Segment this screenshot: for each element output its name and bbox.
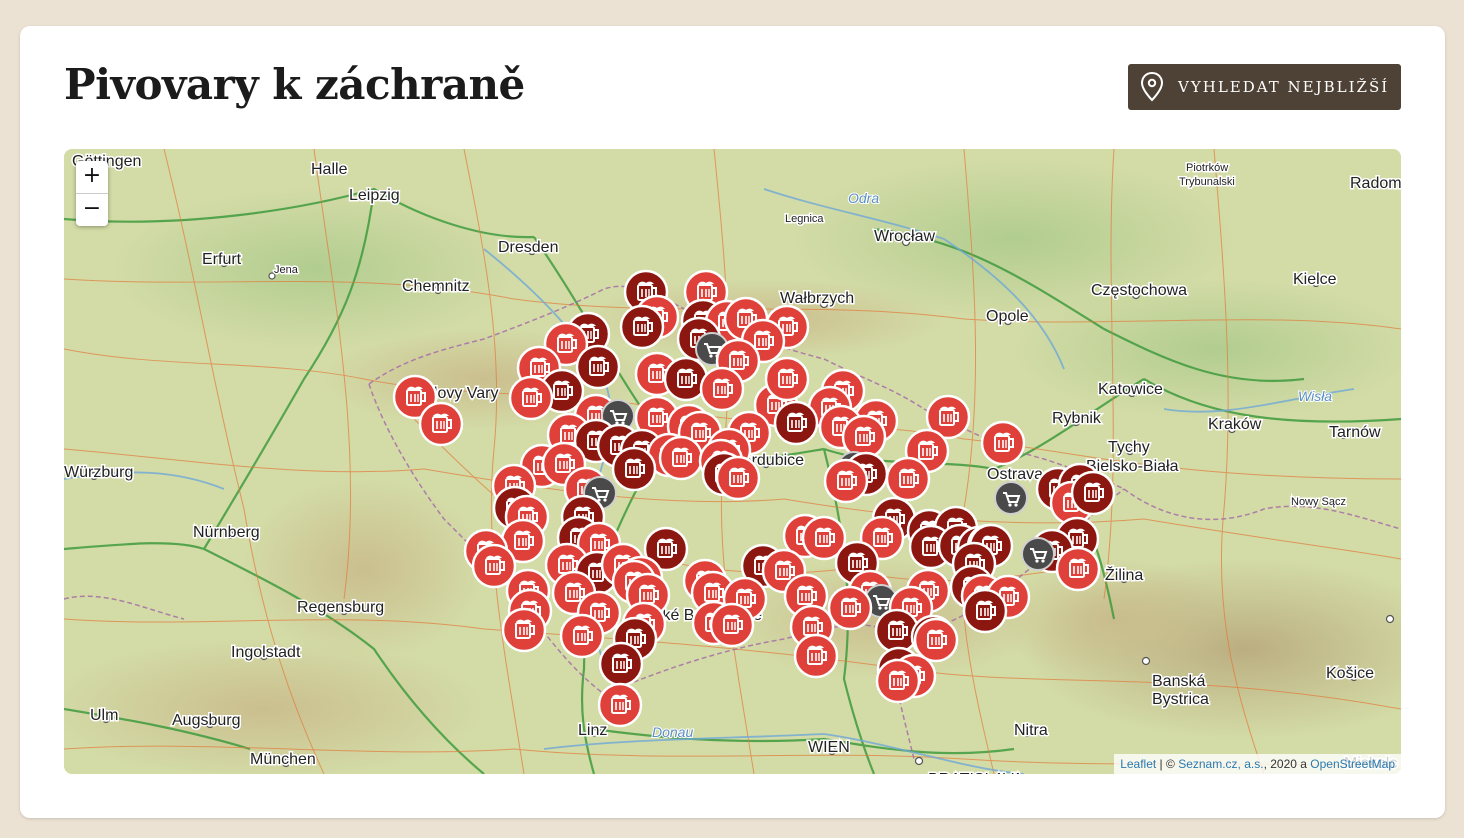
city-label: Ostrava bbox=[987, 466, 1043, 483]
city-label: Halle bbox=[311, 161, 348, 178]
brewery-marker[interactable] bbox=[875, 658, 921, 704]
city-label: Augsburg bbox=[172, 712, 241, 729]
city-label: Erfurt bbox=[202, 251, 242, 268]
brewery-marker[interactable] bbox=[913, 617, 959, 663]
city-label: WIEN bbox=[808, 739, 850, 756]
brewery-marker[interactable] bbox=[501, 607, 547, 653]
city-label: Chemnitz bbox=[402, 278, 470, 295]
city-label: BRATISLAVA bbox=[928, 771, 1023, 774]
river-label: Wisła bbox=[1298, 388, 1332, 404]
zoom-control: + − bbox=[76, 161, 108, 226]
map-tiles[interactable]: GöttingenHalleLeipzigErfurtJenaChemnitzD… bbox=[64, 149, 1401, 774]
city-label: Ulm bbox=[90, 707, 118, 724]
brewery-marker[interactable] bbox=[508, 375, 554, 421]
city-label: Banská bbox=[1152, 673, 1205, 690]
city-label: Bystrica bbox=[1152, 691, 1209, 708]
city-label: Częstochowa bbox=[1091, 282, 1187, 299]
brewery-marker[interactable] bbox=[598, 641, 644, 687]
city-label: Würzburg bbox=[64, 464, 133, 481]
brewery-marker[interactable] bbox=[709, 602, 755, 648]
brewery-marker[interactable] bbox=[885, 456, 931, 502]
brewery-marker[interactable] bbox=[575, 344, 621, 390]
zoom-out-button[interactable]: − bbox=[76, 194, 108, 226]
city-label: Leipzig bbox=[349, 187, 400, 204]
brewery-marker[interactable] bbox=[1070, 470, 1116, 516]
brewery-marker[interactable] bbox=[418, 401, 464, 447]
city-label: Linz bbox=[578, 722, 607, 739]
brewery-marker[interactable] bbox=[773, 400, 819, 446]
map-pin-icon bbox=[1140, 72, 1164, 102]
river-label: Odra bbox=[848, 190, 879, 206]
city-label: Radom bbox=[1350, 175, 1401, 192]
city-label: Nitra bbox=[1014, 722, 1048, 739]
brewery-marker[interactable] bbox=[597, 682, 643, 728]
city-label: Wrocław bbox=[874, 228, 935, 245]
city-label: Košice bbox=[1326, 665, 1374, 682]
find-nearest-label: VYHLEDAT NEJBLIŽŠÍ bbox=[1178, 78, 1390, 96]
osm-link[interactable]: OpenStreetMap bbox=[1310, 757, 1395, 771]
brewery-marker[interactable] bbox=[715, 455, 761, 501]
brewery-map[interactable]: GöttingenHalleLeipzigErfurtJenaChemnitzD… bbox=[64, 149, 1401, 774]
zoom-in-button[interactable]: + bbox=[76, 161, 108, 194]
brewery-marker[interactable] bbox=[658, 435, 704, 481]
city-label: Kraków bbox=[1208, 416, 1262, 433]
brewery-marker[interactable] bbox=[699, 366, 745, 412]
shop-marker[interactable] bbox=[994, 481, 1028, 515]
city-label: Regensburg bbox=[297, 599, 384, 616]
city-label: Tarnów bbox=[1329, 424, 1381, 441]
leaflet-link[interactable]: Leaflet bbox=[1120, 757, 1156, 771]
city-label: Opole bbox=[986, 308, 1029, 325]
city-label: Katowice bbox=[1098, 381, 1163, 398]
brewery-marker[interactable] bbox=[980, 420, 1026, 466]
brewery-marker[interactable] bbox=[962, 588, 1008, 634]
shop-marker[interactable] bbox=[1021, 537, 1055, 571]
city-label: Nürnberg bbox=[193, 524, 260, 541]
city-label: München bbox=[250, 751, 316, 768]
city-label: Kielce bbox=[1293, 271, 1337, 288]
attribution-separator: | © bbox=[1156, 757, 1179, 771]
city-label: Jena bbox=[274, 264, 299, 276]
city-label: Rybnik bbox=[1052, 410, 1102, 427]
page-title: Pivovary k záchraně bbox=[64, 60, 525, 109]
brewery-marker[interactable] bbox=[1055, 546, 1101, 592]
city-label: Žilina bbox=[1105, 565, 1143, 584]
brewery-marker[interactable] bbox=[611, 446, 657, 492]
brewery-marker[interactable] bbox=[793, 633, 839, 679]
city-label: Trybunalski bbox=[1179, 176, 1235, 188]
brewery-marker[interactable] bbox=[559, 613, 605, 659]
city-label: Tychy bbox=[1108, 439, 1150, 456]
brewery-marker[interactable] bbox=[764, 356, 810, 402]
city-label: Ingolstadt bbox=[231, 644, 301, 661]
river-label: Donau bbox=[652, 724, 693, 740]
seznam-link[interactable]: Seznam.cz, a.s. bbox=[1178, 757, 1263, 771]
city-label: Legnica bbox=[785, 213, 824, 225]
brewery-marker[interactable] bbox=[823, 458, 869, 504]
city-label: Nowy Sącz bbox=[1291, 496, 1346, 508]
main-card: Pivovary k záchraně VYHLEDAT NEJBLIŽŠÍ H… bbox=[20, 26, 1445, 818]
brewery-marker[interactable] bbox=[619, 304, 665, 350]
city-label: Wałbrzych bbox=[780, 290, 854, 307]
brewery-marker[interactable] bbox=[827, 585, 873, 631]
city-label: Dresden bbox=[498, 239, 558, 256]
find-nearest-button[interactable]: VYHLEDAT NEJBLIŽŠÍ bbox=[1128, 64, 1401, 110]
attribution-middle: , 2020 a bbox=[1263, 757, 1311, 771]
map-attribution: Leaflet | © Seznam.cz, a.s., 2020 a Open… bbox=[1114, 754, 1401, 774]
city-label: Piotrków bbox=[1186, 162, 1228, 174]
